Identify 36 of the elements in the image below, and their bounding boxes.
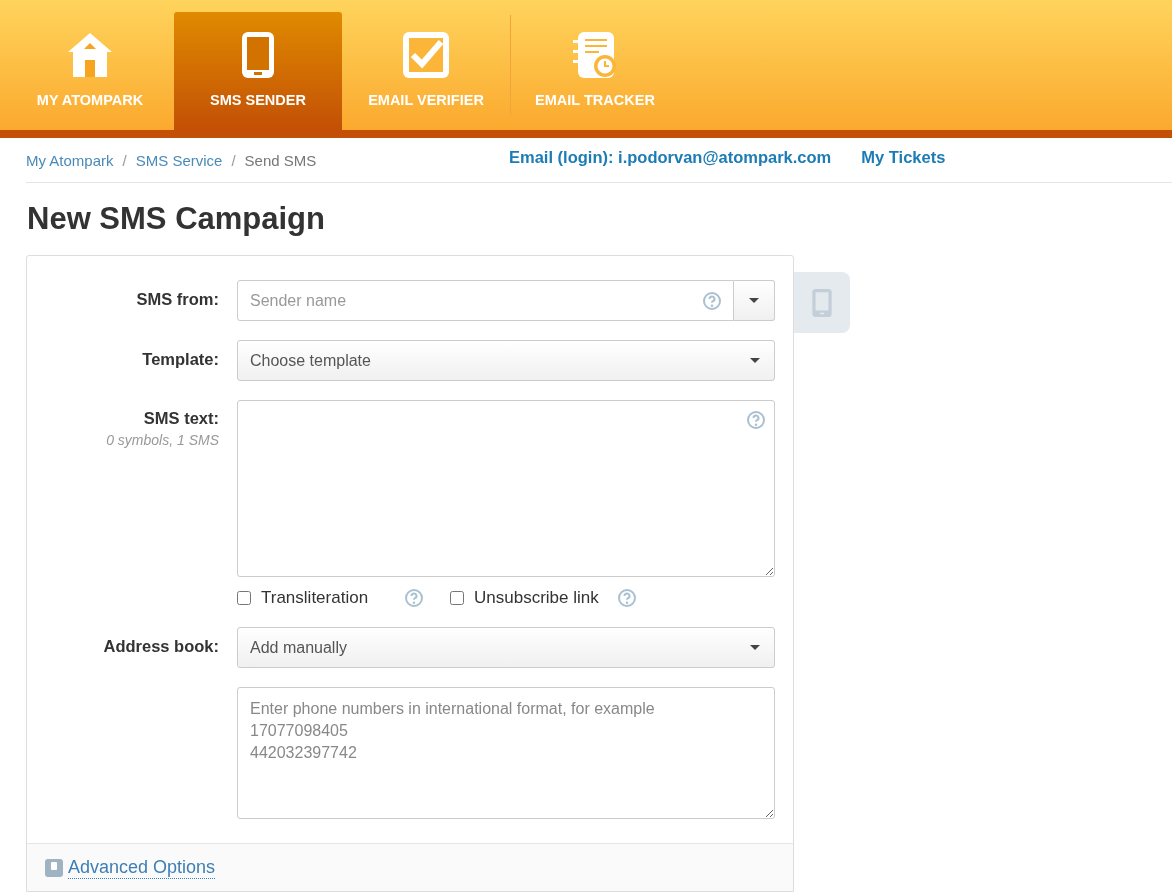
field-label: SMS from: <box>136 290 219 310</box>
help-icon[interactable] <box>702 291 722 311</box>
phone-icon <box>810 287 834 318</box>
option-label: Unsubscribe link <box>474 588 600 608</box>
symbol-count: 0 symbols, 1 SMS <box>106 432 219 448</box>
caret-icon <box>750 645 760 650</box>
field-label: Template: <box>142 350 219 370</box>
sms-text-area[interactable] <box>237 400 775 577</box>
field-label: Address book: <box>103 637 219 657</box>
checkbox-icon <box>401 30 451 80</box>
caret-icon <box>750 358 760 363</box>
address-book-select[interactable]: Add manually <box>237 627 775 668</box>
breadcrumb-current: Send SMS <box>244 151 317 169</box>
nav-tab[interactable]: SMS SENDER <box>174 12 342 130</box>
dropdown-button[interactable] <box>734 280 775 321</box>
checkbox[interactable] <box>237 591 251 605</box>
help-icon[interactable] <box>746 410 766 430</box>
breadcrumb-separator: / <box>122 151 127 169</box>
option-label: Transliteration <box>261 588 370 608</box>
my-tickets-link[interactable]: My Tickets <box>861 147 946 167</box>
checkbox[interactable] <box>450 591 464 605</box>
phone-numbers-field[interactable]: Enter phone numbers in international format, for example 17077098405 442032397742 <box>237 687 775 819</box>
page-title: New SMS Campaign <box>27 201 326 237</box>
breadcrumb-link[interactable]: SMS Service <box>135 151 223 169</box>
template-select[interactable]: Choose template <box>237 340 775 381</box>
help-icon[interactable] <box>404 588 424 608</box>
field-label: SMS text: <box>143 409 219 428</box>
help-icon[interactable] <box>617 588 637 608</box>
preview-tab[interactable] <box>794 272 850 333</box>
breadcrumb-link[interactable]: My Atompark <box>26 151 114 169</box>
caret-icon <box>749 298 759 303</box>
advanced-options-link[interactable]: Advanced Options <box>68 856 216 879</box>
sender-name-field[interactable]: Sender name <box>237 280 734 321</box>
breadcrumb-separator: / <box>231 151 236 169</box>
toggle-icon <box>45 858 63 877</box>
account-email-link[interactable]: Email (login): i.podorvan@atompark.com <box>509 147 832 167</box>
